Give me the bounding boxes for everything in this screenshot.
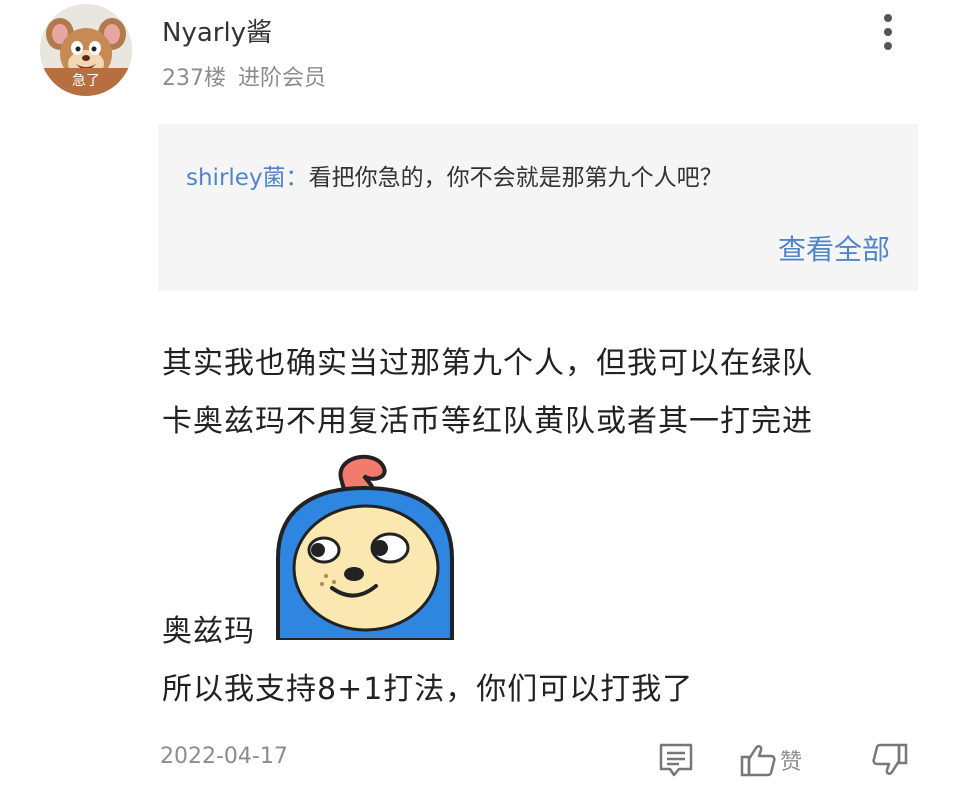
more-vertical-icon xyxy=(872,14,904,50)
reply-author[interactable]: shirley菌： xyxy=(186,165,309,191)
view-all-replies-link[interactable]: 查看全部 xyxy=(778,228,890,268)
sticker-image xyxy=(272,448,458,642)
comment-post: 急了 Nyarly酱 237楼 进阶会员 shirley菌：看把你急的，你不会就是… xyxy=(0,0,960,791)
thumbs-down-icon xyxy=(872,743,908,775)
username[interactable]: Nyarly酱 xyxy=(162,12,272,49)
avatar[interactable]: 急了 xyxy=(40,4,132,96)
reply-text: 看把你急的，你不会就是那第九个人吧？ xyxy=(308,165,723,191)
post-text-line: 奥兹玛 xyxy=(162,614,255,649)
thumbs-up-icon xyxy=(740,745,776,777)
post-meta: 237楼 进阶会员 xyxy=(162,60,326,92)
comment-icon xyxy=(659,743,693,777)
like-label: 赞 xyxy=(780,750,803,775)
reply-preview-line: shirley菌：看把你急的，你不会就是那第九个人吧？ xyxy=(186,158,723,192)
reply-preview[interactable]: shirley菌：看把你急的，你不会就是那第九个人吧？ 查看全部 xyxy=(158,124,918,291)
post-date: 2022-04-17 xyxy=(160,744,288,769)
dislike-button[interactable] xyxy=(868,740,912,780)
post-text-line: 其实我也确实当过那第九个人，但我可以在绿队 xyxy=(162,346,813,381)
floor-number: 237楼 xyxy=(162,66,226,91)
post-text-line: 所以我支持8+1打法，你们可以打我了 xyxy=(162,672,694,707)
more-options-button[interactable] xyxy=(872,12,904,52)
post-text-line: 卡奥兹玛不用复活币等红队黄队或者其一打完进 xyxy=(162,404,813,439)
member-level: 进阶会员 xyxy=(238,66,327,91)
avatar-badge-text: 急了 xyxy=(72,73,100,89)
comment-button[interactable] xyxy=(656,740,696,780)
like-button[interactable]: 赞 xyxy=(738,740,822,780)
